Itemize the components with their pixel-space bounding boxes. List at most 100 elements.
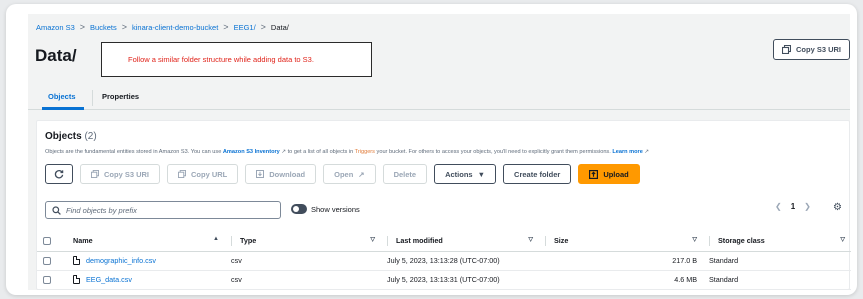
size-cell: 217.0 B: [539, 251, 703, 271]
description-text: Objects are the fundamental entities sto…: [45, 149, 222, 155]
sort-icon: ▽: [692, 236, 697, 243]
sort-ascending-icon: ▲: [213, 236, 219, 243]
file-icon: [73, 256, 80, 266]
name-cell: demographic_info.csv: [67, 251, 225, 271]
show-versions-toggle[interactable]: [291, 204, 307, 214]
download-label: Download: [269, 169, 306, 179]
row-select-cell: [37, 251, 67, 271]
copy-icon: [178, 170, 187, 178]
open-button[interactable]: Open ↗: [323, 164, 376, 184]
objects-title: Objects: [45, 131, 82, 142]
objects-toolbar: Copy S3 URI Copy URL Download Open ↗ Del…: [45, 164, 640, 184]
objects-heading: Objects (2): [45, 131, 97, 142]
row-checkbox[interactable]: [43, 257, 51, 266]
download-button[interactable]: Download: [245, 164, 317, 184]
select-all-checkbox[interactable]: [43, 237, 51, 246]
s3-console: Amazon S3 > Buckets > kinara-client-demo…: [28, 14, 851, 290]
breadcrumb-folder[interactable]: EEG1/: [234, 23, 256, 32]
objects-panel: Objects (2) Objects are the fundamental …: [36, 120, 851, 290]
object-link[interactable]: demographic_info.csv: [86, 256, 156, 265]
copy-icon: [782, 45, 791, 54]
copy-url-button[interactable]: Copy URL: [167, 164, 239, 184]
actions-dropdown[interactable]: Actions ▼: [434, 164, 497, 184]
breadcrumb-bucket[interactable]: kinara-client-demo-bucket: [132, 23, 218, 32]
external-link-icon: ↗: [281, 149, 287, 155]
breadcrumb-amazon-s3[interactable]: Amazon S3: [36, 23, 75, 32]
copy-s3-uri-button[interactable]: Copy S3 URI: [773, 39, 850, 60]
page-number[interactable]: 1: [791, 202, 795, 211]
tab-bar: Objects Properties: [28, 86, 850, 110]
external-link-icon: ↗: [644, 149, 650, 155]
last-modified-cell: July 5, 2023, 13:13:31 (UTC-07:00): [381, 270, 539, 290]
pagination: ❮ 1 ❯: [775, 202, 811, 211]
column-header-type[interactable]: Type ▽: [225, 231, 381, 252]
column-type-label: Type: [240, 235, 257, 245]
row-checkbox[interactable]: [43, 276, 51, 285]
file-icon: [73, 275, 80, 285]
download-icon: [256, 170, 265, 178]
column-size-label: Size: [554, 235, 569, 245]
show-versions-label: Show versions: [311, 205, 360, 214]
copy-url-label: Copy URL: [191, 169, 228, 179]
external-link-icon: ↗: [358, 169, 365, 179]
search-input[interactable]: [66, 205, 266, 215]
triggers-overlay: Triggers: [354, 149, 375, 155]
breadcrumb-current: Data/: [270, 22, 289, 32]
tab-divider: [92, 90, 93, 106]
refresh-button[interactable]: [45, 164, 73, 184]
actions-label: Actions: [445, 169, 473, 179]
learn-more-link[interactable]: Learn more: [612, 149, 642, 155]
chevron-right-icon[interactable]: ❯: [804, 202, 811, 211]
objects-count: (2): [84, 131, 97, 142]
type-cell: csv: [225, 270, 381, 290]
row-select-cell: [37, 270, 67, 290]
upload-label: Upload: [603, 169, 629, 179]
inventory-link[interactable]: Amazon S3 Inventory: [223, 149, 280, 155]
create-folder-label: Create folder: [514, 169, 561, 179]
description-text: to get a list of all objects in: [287, 149, 354, 155]
caret-down-icon: ▼: [477, 169, 486, 179]
annotation-text: Follow a similar folder structure while …: [128, 55, 314, 64]
column-header-storage-class[interactable]: Storage class ▽: [703, 231, 851, 252]
tab-objects[interactable]: Objects: [48, 92, 76, 101]
create-folder-button[interactable]: Create folder: [503, 164, 572, 184]
column-header-name[interactable]: Name ▲: [67, 231, 225, 252]
refresh-icon: [54, 170, 64, 179]
upload-icon: [589, 169, 599, 179]
upload-button[interactable]: Upload: [578, 164, 640, 184]
column-name-label: Name: [73, 236, 93, 246]
objects-description: Objects are the fundamental entities sto…: [45, 149, 649, 155]
breadcrumb-separator: >: [121, 22, 127, 32]
column-divider: [545, 235, 546, 246]
chevron-left-icon[interactable]: ❮: [775, 202, 782, 211]
description-text: your bucket. For others to access your o…: [376, 149, 611, 155]
storage-class-cell: Standard: [703, 270, 851, 290]
object-link[interactable]: EEG_data.csv: [86, 275, 132, 284]
breadcrumb: Amazon S3 > Buckets > kinara-client-demo…: [36, 22, 289, 32]
column-storage-class-label: Storage class: [718, 235, 765, 245]
search-box: [45, 201, 281, 219]
breadcrumb-separator: >: [223, 22, 229, 32]
sort-icon: ▽: [528, 236, 533, 243]
breadcrumb-buckets[interactable]: Buckets: [90, 23, 117, 32]
size-cell: 4.6 MB: [539, 270, 703, 290]
column-divider: [387, 235, 388, 246]
column-divider: [231, 235, 232, 246]
column-header-last-modified[interactable]: Last modified ▽: [381, 231, 539, 252]
tab-properties[interactable]: Properties: [102, 92, 139, 101]
breadcrumb-separator: >: [260, 22, 266, 32]
open-label: Open: [334, 169, 354, 179]
copy-icon: [91, 170, 99, 178]
column-header-size[interactable]: Size ▽: [539, 231, 703, 252]
page-title: Data/: [35, 46, 77, 65]
copy-s3-uri-toolbar-button[interactable]: Copy S3 URI: [80, 164, 161, 184]
settings-icon[interactable]: ⚙: [833, 202, 842, 213]
delete-button[interactable]: Delete: [382, 164, 428, 184]
sort-icon: ▽: [370, 236, 375, 243]
browser-frame: Amazon S3 > Buckets > kinara-client-demo…: [6, 4, 857, 295]
copy-s3-uri-label: Copy S3 URI: [104, 169, 150, 179]
table-row[interactable]: EEG_data.csv csv July 5, 2023, 13:13:31 …: [37, 270, 851, 290]
breadcrumb-separator: >: [79, 22, 86, 32]
table-row[interactable]: demographic_info.csv csv July 5, 2023, 1…: [37, 251, 851, 271]
annotation-box: Follow a similar folder structure while …: [101, 42, 372, 77]
